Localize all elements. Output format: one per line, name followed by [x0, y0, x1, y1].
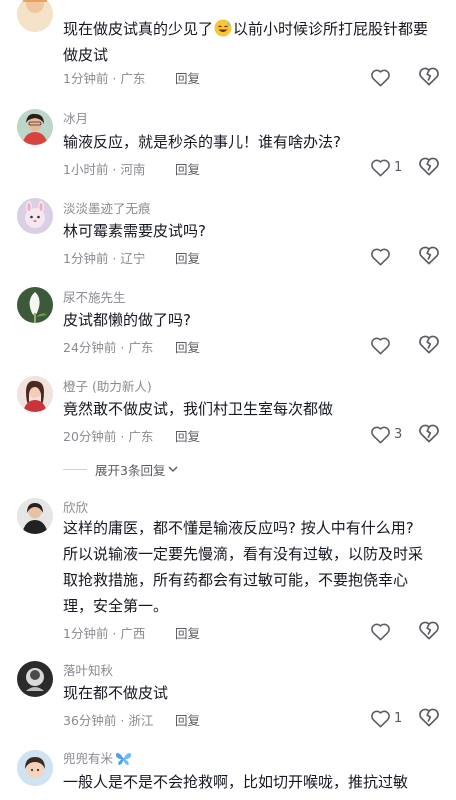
broken-heart-icon — [419, 708, 439, 727]
heart-outline-icon — [371, 623, 390, 640]
comment-time: 1分钟前 · 广西 — [63, 626, 146, 641]
reply-button[interactable]: 回复 — [175, 68, 200, 87]
heart-outline-icon — [371, 710, 390, 727]
reply-button[interactable]: 回复 — [175, 426, 200, 445]
dislike-button[interactable] — [418, 707, 440, 729]
dislike-button[interactable] — [418, 66, 440, 88]
comment-text: 竟然敢不做皮试，我们村卫生室每次都做 — [63, 400, 334, 418]
broken-heart-icon — [419, 157, 439, 176]
dislike-button[interactable] — [418, 423, 440, 445]
heart-outline-icon — [371, 248, 390, 265]
blue-butterfly-icon — [115, 751, 132, 769]
comment-meta: 1小时前 · 河南 回复 — [63, 159, 200, 178]
dislike-button[interactable] — [418, 620, 440, 642]
broken-heart-icon — [419, 621, 439, 640]
comment-time: 24分钟前 · 广东 — [63, 340, 154, 355]
heart-outline-icon — [371, 69, 390, 86]
divider — [63, 468, 87, 470]
username[interactable]: 橙子 (助力新人) — [63, 376, 152, 395]
comment-meta: 1分钟前 · 广东 回复 — [63, 68, 200, 87]
comment-meta: 36分钟前 · 浙江 回复 — [63, 710, 200, 729]
comment-text: 这样的庸医，都不懂是输液反应吗? 按人中有什么用? 所以说输液一定要先慢滴，看有… — [63, 519, 424, 615]
comment-meta: 1分钟前 · 广西 回复 — [63, 623, 200, 642]
avatar[interactable] — [17, 198, 53, 234]
comment-text: 林可霉素需要皮试吗? — [63, 222, 206, 240]
like-count: 1 — [394, 710, 403, 726]
broken-heart-icon — [419, 246, 439, 265]
username[interactable]: 落叶知秋 — [63, 660, 113, 679]
like-button[interactable] — [370, 619, 394, 643]
comment-meta: 1分钟前 · 辽宁 回复 — [63, 248, 200, 267]
like-count: 3 — [394, 426, 403, 442]
comment-time: 36分钟前 · 浙江 — [63, 713, 154, 728]
comment-text: 现在都不做皮试 — [63, 684, 169, 702]
avatar[interactable] — [17, 0, 53, 32]
broken-heart-icon — [419, 335, 439, 354]
username[interactable]: 冰月 — [63, 108, 88, 127]
dislike-button[interactable] — [418, 334, 440, 356]
username[interactable]: 尿不施先生 — [63, 287, 126, 306]
reply-button[interactable]: 回复 — [175, 710, 200, 729]
comment-time: 1分钟前 · 广东 — [63, 71, 146, 86]
avatar[interactable] — [17, 109, 53, 145]
like-button[interactable]: 1 — [370, 706, 402, 730]
expand-replies-label: 展开3条回复 — [95, 462, 166, 478]
dislike-button[interactable] — [418, 156, 440, 178]
username[interactable]: 欣欣 — [63, 497, 88, 516]
broken-heart-icon — [419, 424, 439, 443]
comment-meta: 24分钟前 · 广东 回复 — [63, 337, 200, 356]
like-button[interactable] — [370, 244, 394, 268]
username[interactable]: 淡淡墨迹了无痕 — [63, 198, 151, 217]
reply-button[interactable]: 回复 — [175, 248, 200, 267]
broken-heart-icon — [419, 67, 439, 86]
heart-outline-icon — [371, 426, 390, 443]
like-button[interactable] — [370, 333, 394, 357]
like-count: 1 — [394, 159, 403, 175]
avatar[interactable] — [17, 287, 53, 323]
comment-meta: 20分钟前 · 广东 回复 — [63, 426, 200, 445]
comment-text: 现在做皮试真的少见了 以前小时候诊所打屁股针都要 做皮试 — [63, 19, 429, 64]
chevron-down-icon — [168, 466, 178, 472]
avatar[interactable] — [17, 661, 53, 697]
comment-text: 一般人是不是不会抢救啊，比如切开喉咙，推抗过敏 — [63, 773, 409, 791]
comment-text: 输液反应，就是秒杀的事儿！谁有啥办法? — [63, 133, 341, 151]
comment-time: 1分钟前 · 辽宁 — [63, 251, 146, 266]
reply-button[interactable]: 回复 — [175, 159, 200, 178]
comment-time: 20分钟前 · 广东 — [63, 429, 154, 444]
dislike-button[interactable] — [418, 245, 440, 267]
grinning-sweat-emoji-icon — [214, 19, 232, 37]
like-button[interactable] — [370, 65, 394, 89]
heart-outline-icon — [371, 159, 390, 176]
comment-text: 皮试都懒的做了吗? — [63, 311, 191, 329]
avatar[interactable] — [17, 376, 53, 412]
expand-replies-button[interactable]: 展开3条回复 — [63, 459, 178, 479]
comment-time: 1小时前 · 河南 — [63, 162, 146, 177]
reply-button[interactable]: 回复 — [175, 623, 200, 642]
avatar[interactable] — [17, 498, 53, 534]
username[interactable]: 兜兜有米 — [63, 748, 132, 769]
reply-button[interactable]: 回复 — [175, 337, 200, 356]
like-button[interactable]: 3 — [370, 422, 402, 446]
like-button[interactable]: 1 — [370, 155, 402, 179]
heart-outline-icon — [371, 337, 390, 354]
avatar[interactable] — [17, 750, 53, 786]
